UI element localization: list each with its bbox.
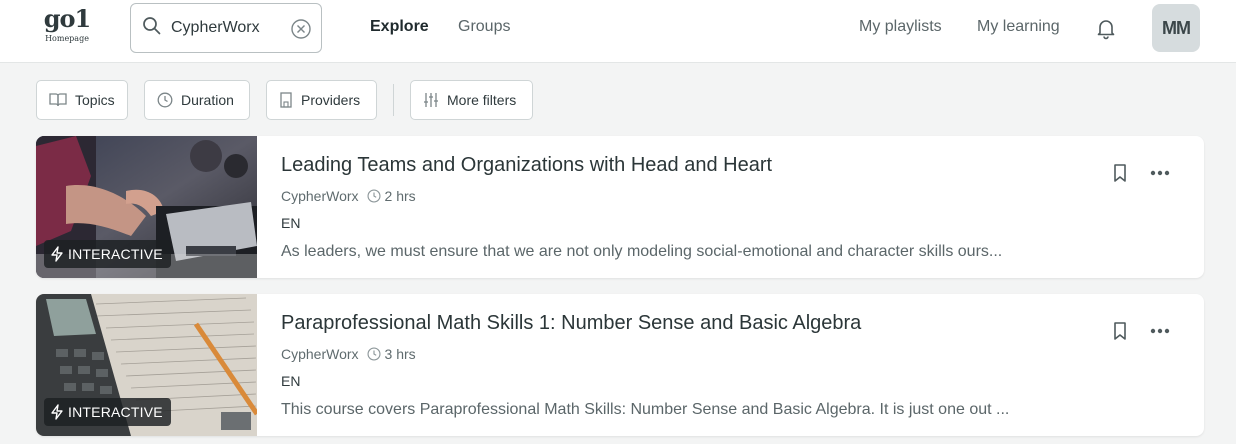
search-input[interactable]: [171, 17, 283, 39]
user-avatar[interactable]: MM: [1152, 4, 1200, 52]
duration-filter-label: Duration: [181, 92, 234, 108]
clock-icon: [157, 92, 173, 108]
bookmark-icon[interactable]: [1110, 163, 1130, 183]
duration-filter-button[interactable]: Duration: [144, 80, 250, 120]
badge-label: INTERACTIVE: [68, 404, 163, 420]
course-language: EN: [281, 373, 301, 389]
clock-icon: [367, 189, 381, 203]
provider-name: CypherWorx: [281, 188, 359, 204]
result-card[interactable]: INTERACTIVE Leading Teams and Organizati…: [36, 136, 1204, 278]
course-duration: 2 hrs: [384, 188, 416, 204]
nav-my-learning[interactable]: My learning: [977, 18, 1060, 36]
course-meta: CypherWorx 3 hrs: [281, 346, 416, 362]
course-language: EN: [281, 215, 301, 231]
sliders-icon: [424, 93, 438, 107]
nav-groups[interactable]: Groups: [458, 18, 510, 36]
search-box[interactable]: [130, 3, 322, 53]
course-thumbnail[interactable]: INTERACTIVE: [36, 294, 257, 436]
filter-divider: [393, 84, 394, 116]
interactive-badge: INTERACTIVE: [44, 398, 171, 426]
course-duration: 3 hrs: [384, 346, 416, 362]
search-icon: [143, 17, 161, 35]
more-options-icon[interactable]: [1148, 163, 1172, 183]
lightning-icon: [51, 246, 63, 262]
course-description: This course covers Paraprofessional Math…: [281, 401, 1010, 418]
bookmark-icon[interactable]: [1110, 321, 1130, 341]
logo-homepage-label: Homepage: [45, 34, 89, 43]
logo-mark: go1: [43, 4, 92, 33]
provider-name: CypherWorx: [281, 346, 359, 362]
course-meta: CypherWorx 2 hrs: [281, 188, 416, 204]
clock-icon: [367, 347, 381, 361]
clear-search-icon[interactable]: [290, 18, 312, 40]
go1-logo[interactable]: go1 Homepage: [38, 6, 96, 50]
topics-filter-label: Topics: [75, 92, 115, 108]
more-options-icon[interactable]: [1148, 321, 1172, 341]
badge-label: INTERACTIVE: [68, 246, 163, 262]
course-thumbnail[interactable]: INTERACTIVE: [36, 136, 257, 278]
lightning-icon: [51, 404, 63, 420]
nav-explore[interactable]: Explore: [370, 18, 429, 36]
more-filters-label: More filters: [447, 92, 517, 108]
providers-filter-label: Providers: [301, 92, 361, 108]
topics-filter-button[interactable]: Topics: [36, 80, 128, 120]
book-icon: [49, 93, 67, 107]
more-filters-button[interactable]: More filters: [410, 80, 533, 120]
top-bar: go1 Homepage Explore Groups My playlists…: [0, 0, 1236, 63]
course-title[interactable]: Leading Teams and Organizations with Hea…: [281, 154, 772, 177]
interactive-badge: INTERACTIVE: [44, 240, 171, 268]
notifications-bell-icon[interactable]: [1094, 16, 1118, 40]
building-icon: [280, 92, 292, 108]
providers-filter-button[interactable]: Providers: [266, 80, 377, 120]
course-title[interactable]: Paraprofessional Math Skills 1: Number S…: [281, 312, 861, 335]
nav-my-playlists[interactable]: My playlists: [859, 18, 942, 36]
result-card[interactable]: INTERACTIVE Paraprofessional Math Skills…: [36, 294, 1204, 436]
course-description: As leaders, we must ensure that we are n…: [281, 243, 1003, 260]
